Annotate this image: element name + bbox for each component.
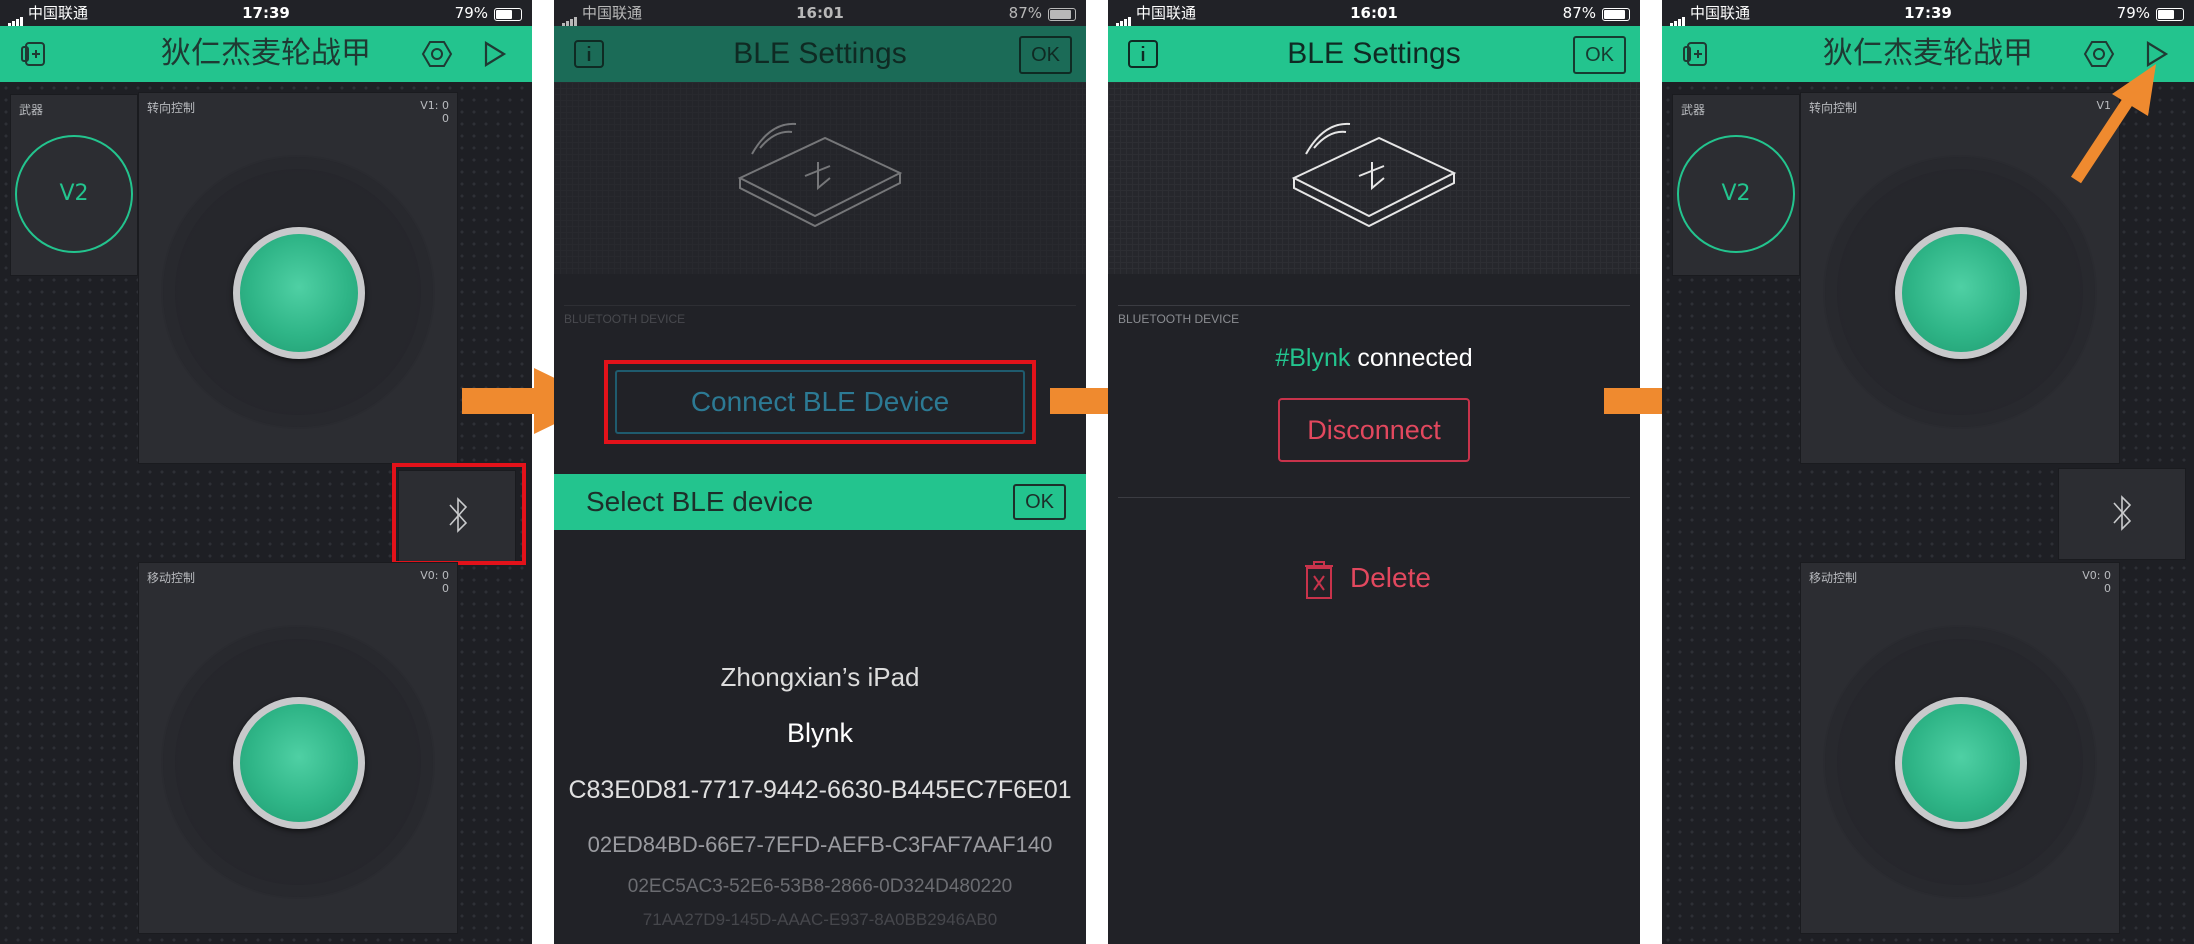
joystick-movement-widget: 移动控制 V0: 00 (138, 562, 458, 934)
widget-value: V1: 00 (420, 99, 449, 125)
device-item[interactable]: C83E0D81-7717-9442-6630-B445EC7F6E01 (554, 776, 1086, 805)
status-bar: 中国联通 16:01 87% (1108, 0, 1640, 27)
joystick-knob[interactable] (1895, 227, 2027, 359)
app-header: BLE Settings OK (554, 26, 1086, 82)
joystick-knob[interactable] (233, 227, 365, 359)
weapon-button-widget: 武器 V2 (1672, 94, 1800, 276)
battery-icon (1048, 8, 1076, 21)
ok-button[interactable]: OK (1019, 36, 1072, 74)
battery-percent: 79% (454, 4, 488, 22)
status-time: 16:01 (796, 4, 844, 22)
joystick-knob[interactable] (233, 697, 365, 829)
widget-label: 武器 (19, 103, 44, 117)
highlight-frame (392, 463, 526, 565)
pointer-arrow-icon (2070, 64, 2156, 184)
battery-percent: 79% (2116, 4, 2150, 22)
play-icon[interactable] (476, 38, 510, 70)
battery-icon (2156, 8, 2184, 21)
device-item[interactable]: Blynk (554, 718, 1086, 749)
highlight-frame (604, 360, 1036, 444)
widget-label: 转向控制 (147, 101, 196, 115)
bluetooth-widget[interactable] (2058, 468, 2186, 560)
phone-screen-dashboard-connected: 中国联通 17:39 79% 狄仁杰麦轮战甲 武器 V2 转向控制 V1 移动控… (1662, 0, 2194, 944)
device-item[interactable]: 02EC5AC3-52E6-53B8-2866-0D324D480220 (554, 876, 1086, 898)
device-item[interactable]: 71AA27D9-145D-AAAC-E937-8A0BB2946AB0 (554, 910, 1086, 930)
battery-percent: 87% (1008, 4, 1042, 22)
device-item[interactable]: 02ED84BD-66E7-7EFD-AEFB-C3FAF7AAF140 (554, 832, 1086, 858)
connected-text: connected (1357, 344, 1473, 372)
screen-title: BLE Settings (1287, 37, 1461, 70)
widget-label: 武器 (1681, 103, 1706, 117)
joystick-steering-widget: 转向控制 V1: 00 (138, 92, 458, 464)
select-ble-device-header: Select BLE device OK (554, 474, 1086, 530)
status-bar: 中国联通 17:39 79% (0, 0, 532, 27)
battery-percent: 87% (1562, 4, 1596, 22)
widget-label: 移动控制 (147, 571, 196, 585)
select-ok-button[interactable]: OK (1013, 484, 1066, 520)
select-title: Select BLE device (586, 486, 814, 517)
widget-value: V0: 00 (2082, 569, 2111, 595)
settings-hexagon-icon[interactable] (420, 38, 454, 70)
phone-screen-ble-settings: 中国联通 16:01 87% BLE Settings OK BLUETOOTH… (554, 0, 1086, 944)
widget-label: 移动控制 (1809, 571, 1858, 585)
divider (1118, 305, 1630, 306)
status-bar: 中国联通 16:01 87% (554, 0, 1086, 27)
status-bar: 中国联通 17:39 79% (1662, 0, 2194, 27)
widget-value: V0: 00 (420, 569, 449, 595)
v2-button[interactable]: V2 (15, 135, 133, 253)
phone-screen-dashboard: 中国联通 17:39 79% 狄仁杰麦轮战甲 武器 V2 转向控制 V1: 00 (0, 0, 532, 944)
status-time: 16:01 (1350, 4, 1398, 22)
phone-screen-ble-connected: 中国联通 16:01 87% BLE Settings OK BLUETOOTH… (1108, 0, 1640, 944)
app-header: BLE Settings OK (1108, 26, 1640, 82)
battery-icon (1602, 8, 1630, 21)
ble-device-icon (1291, 122, 1457, 228)
status-time: 17:39 (1904, 4, 1952, 22)
trash-icon (1305, 561, 1333, 599)
app-header: 狄仁杰麦轮战甲 (0, 26, 532, 82)
ble-device-icon (737, 122, 903, 228)
screen-title: BLE Settings (733, 37, 907, 70)
weapon-button-widget: 武器 V2 (10, 94, 138, 276)
status-time: 17:39 (242, 4, 290, 22)
device-name: #Blynk (1275, 344, 1351, 372)
section-label: BLUETOOTH DEVICE (564, 312, 686, 326)
battery-icon (494, 8, 522, 21)
connection-status: #Blynk connected (1108, 344, 1640, 373)
divider (564, 305, 1076, 306)
joystick-movement-widget: 移动控制 V0: 00 (1800, 562, 2120, 934)
ok-button[interactable]: OK (1573, 36, 1626, 74)
section-label: BLUETOOTH DEVICE (1118, 312, 1240, 326)
divider (1118, 497, 1630, 498)
device-item[interactable]: Zhongxian’s iPad (554, 662, 1086, 693)
v2-button[interactable]: V2 (1677, 135, 1795, 253)
delete-button[interactable]: Delete (1304, 556, 1464, 604)
delete-label: Delete (1350, 562, 1431, 593)
disconnect-button[interactable]: Disconnect (1278, 398, 1470, 462)
widget-label: 转向控制 (1809, 101, 1858, 115)
bluetooth-icon (2113, 495, 2132, 531)
joystick-knob[interactable] (1895, 697, 2027, 829)
